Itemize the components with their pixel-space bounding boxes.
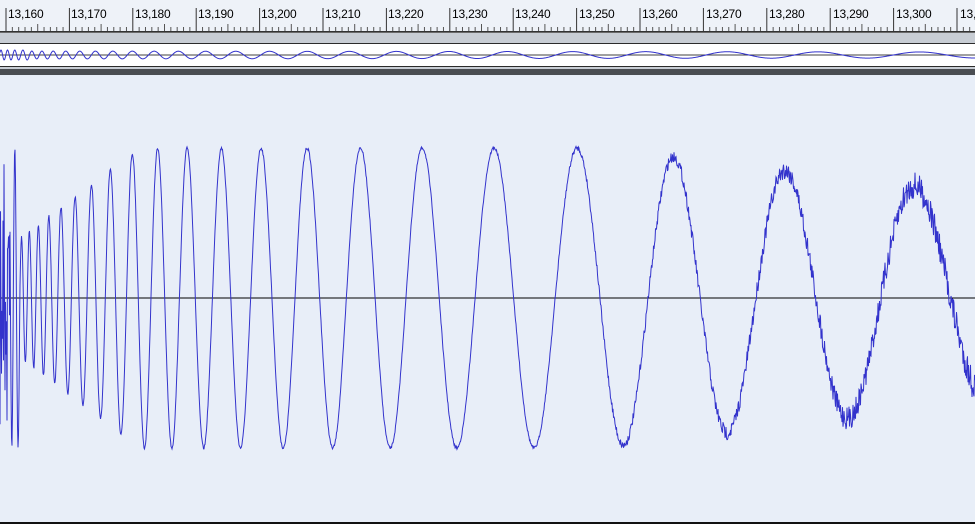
ruler-label: 13,300 [896, 7, 932, 21]
overview-strip [0, 33, 975, 75]
ruler-label: 13,160 [8, 7, 44, 21]
ruler-label: 13,210 [325, 7, 361, 21]
ruler-label: 13,190 [198, 7, 234, 21]
ruler-label: 13,260 [642, 7, 678, 21]
ruler-label: 13,280 [769, 7, 805, 21]
ruler-label: 13, [960, 7, 975, 21]
ruler-label: 13,200 [261, 7, 297, 21]
ruler-label: 13,290 [833, 7, 869, 21]
overview-waveform-graphic [0, 49, 975, 61]
ruler-label: 13,180 [135, 7, 171, 21]
ruler-label: 13,220 [388, 7, 424, 21]
overview-waveform[interactable] [0, 43, 975, 67]
audio-track[interactable] [0, 76, 975, 524]
ruler-label: 13,230 [452, 7, 488, 21]
ruler-label: 13,240 [515, 7, 551, 21]
timeline-ruler[interactable]: 13,160 13,170 13,180 13,190 13,200 13,21… [0, 0, 975, 33]
overview-scrollbar[interactable] [0, 69, 975, 75]
ruler-label: 13,270 [706, 7, 742, 21]
waveform [0, 145, 975, 451]
ruler-label: 13,250 [579, 7, 615, 21]
ruler-label: 13,170 [71, 7, 107, 21]
